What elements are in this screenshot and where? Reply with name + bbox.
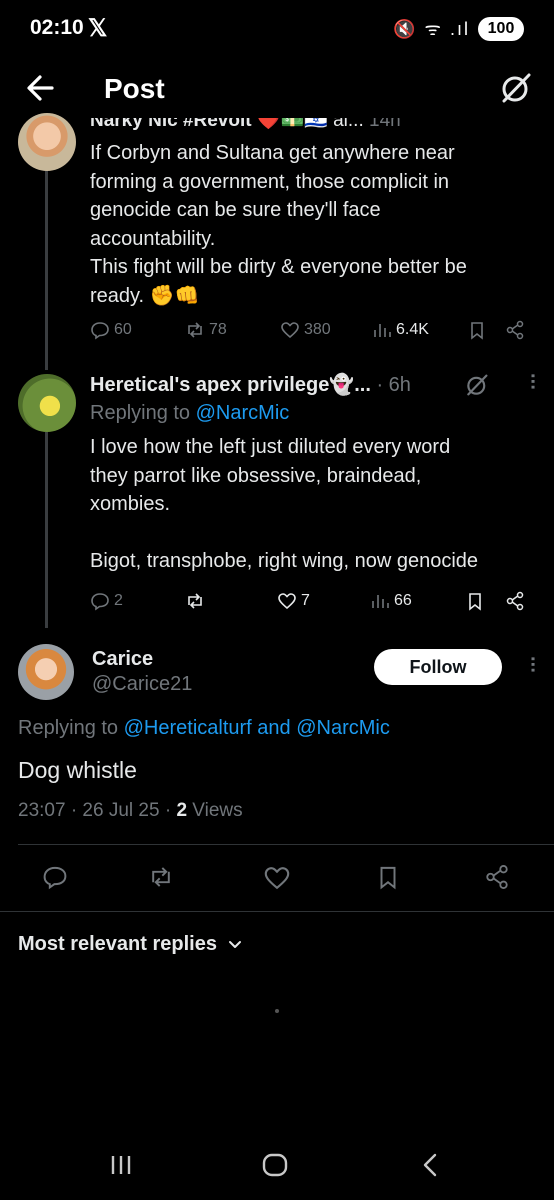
views-count: 6.4K [396,321,429,338]
tweet-line: forming a government, those complicit in [90,170,450,193]
tweet-line: Bigot, transphobe, right wing, now genoc… [90,550,479,572]
system-nav-bar [0,1130,554,1200]
reply-button[interactable]: 60 [90,320,132,340]
tweet-author-name[interactable]: Heretical's apex privilege👻... [90,374,371,396]
more-options-icon[interactable]: ··· [520,373,543,390]
repost-icon [188,593,202,609]
tweet-time: · 6h [376,374,411,396]
tweet-line: This fight will be dirty & everyone bett… [90,256,467,278]
avatar[interactable] [18,644,74,700]
grok-icon[interactable] [498,70,534,106]
repost-button[interactable] [185,591,205,611]
tweet-header: Heretical's apex privilege👻... · 6h [90,371,470,400]
heart-icon[interactable] [263,864,291,892]
status-time: 02:10 [30,16,84,39]
bookmark-button[interactable] [467,320,487,340]
top-bar: Post [0,58,554,120]
chevron-down-icon [228,940,241,948]
tweet-line: I love how the left just diluted every w… [90,436,451,458]
tweet-line: genocide can be sure they'll face [90,199,381,221]
divider [0,911,554,912]
author-handle[interactable]: @Carice21 [92,670,192,699]
bookmark-icon[interactable] [375,864,401,890]
repost-icon [188,322,202,338]
views-icon [372,595,389,608]
status-icons: 🔇 ᯤ .ıl [393,19,470,39]
battery-indicator: 100 [478,17,524,41]
tweet-line: they parrot like obsessive, braindead, [90,464,422,487]
post-actions [0,862,554,892]
views-button[interactable]: 6.4K [372,320,429,340]
reply-count: 2 [114,592,123,609]
tweet-actions: 60 78 380 6.4K [90,320,530,350]
grok-icon[interactable] [464,372,490,398]
tweet-line: accountability. [90,227,216,250]
heart-icon [278,593,296,610]
repost-button[interactable]: 78 [185,320,227,340]
bookmark-icon [471,322,483,340]
replying-to: Replying to @NarcMic [90,399,289,428]
tweet-line: ready. ✊👊 [90,284,200,307]
views-count[interactable]: 2 [176,800,187,821]
post-timestamp: 23:07 · 26 Jul 25 · [18,800,172,821]
reply-button[interactable]: 2 [90,591,123,611]
tweet-actions: 2 7 66 [90,591,530,621]
views-icon [374,324,391,337]
follow-button[interactable]: Follow [374,649,502,685]
tweet-line: If Corbyn and Sultana get anywhere near [90,142,455,164]
replying-to-handles[interactable]: @Hereticalturf and @NarcMic [124,717,390,739]
share-icon [506,320,524,340]
loading-indicator [275,1009,279,1013]
post-meta: 23:07 · 26 Jul 25 · 2 Views [18,797,243,826]
bookmark-button[interactable] [465,591,485,611]
x-logo-icon: 𝕏 [88,15,108,42]
like-button[interactable]: 380 [280,320,331,340]
views-label: Views [192,800,243,821]
like-count: 380 [304,321,331,338]
bookmark-icon [469,593,481,611]
arrow-left-icon[interactable] [22,70,62,106]
like-button[interactable]: 7 [277,591,310,611]
share-button[interactable] [505,591,525,611]
replies-sort-label: Most relevant replies [18,933,217,955]
page-title: Post [104,73,165,104]
replies-sort-dropdown[interactable]: Most relevant replies [18,933,243,956]
tweet-body[interactable]: I love how the left just diluted every w… [90,433,540,576]
reply-icon[interactable] [42,864,68,890]
avatar[interactable] [18,374,76,432]
repost-icon[interactable] [148,864,174,890]
repost-count: 78 [209,321,227,338]
post-text: Dog whistle [18,757,137,783]
divider [18,844,554,845]
share-icon [506,591,524,611]
more-options-icon[interactable]: ··· [520,656,543,673]
tweet-body[interactable]: If Corbyn and Sultana get anywhere near … [90,139,540,310]
reply-icon [91,593,109,611]
avatar[interactable] [18,113,76,171]
views-count: 66 [394,592,412,609]
replying-to-handle[interactable]: @NarcMic [196,402,290,424]
like-count: 7 [301,592,310,609]
tweet-line [90,519,540,548]
home-icon[interactable] [260,1150,290,1180]
thread-line [45,432,48,628]
share-icon[interactable] [484,864,510,890]
replying-to: Replying to @Hereticalturf and @NarcMic [18,714,390,743]
replying-to-prefix: Replying to [18,717,119,739]
share-button[interactable] [505,320,525,340]
recent-apps-icon[interactable] [106,1150,136,1180]
heart-icon [281,322,299,339]
thread-line [45,170,48,370]
reply-icon [91,322,109,340]
back-nav-icon[interactable] [416,1150,446,1180]
replying-to-prefix: Replying to [90,402,191,424]
tweet-line: xombies. [90,493,171,515]
reply-count: 60 [114,321,132,338]
status-bar: 02:10 𝕏 🔇 ᯤ .ıl 100 [0,0,554,58]
views-button[interactable]: 66 [370,591,412,611]
